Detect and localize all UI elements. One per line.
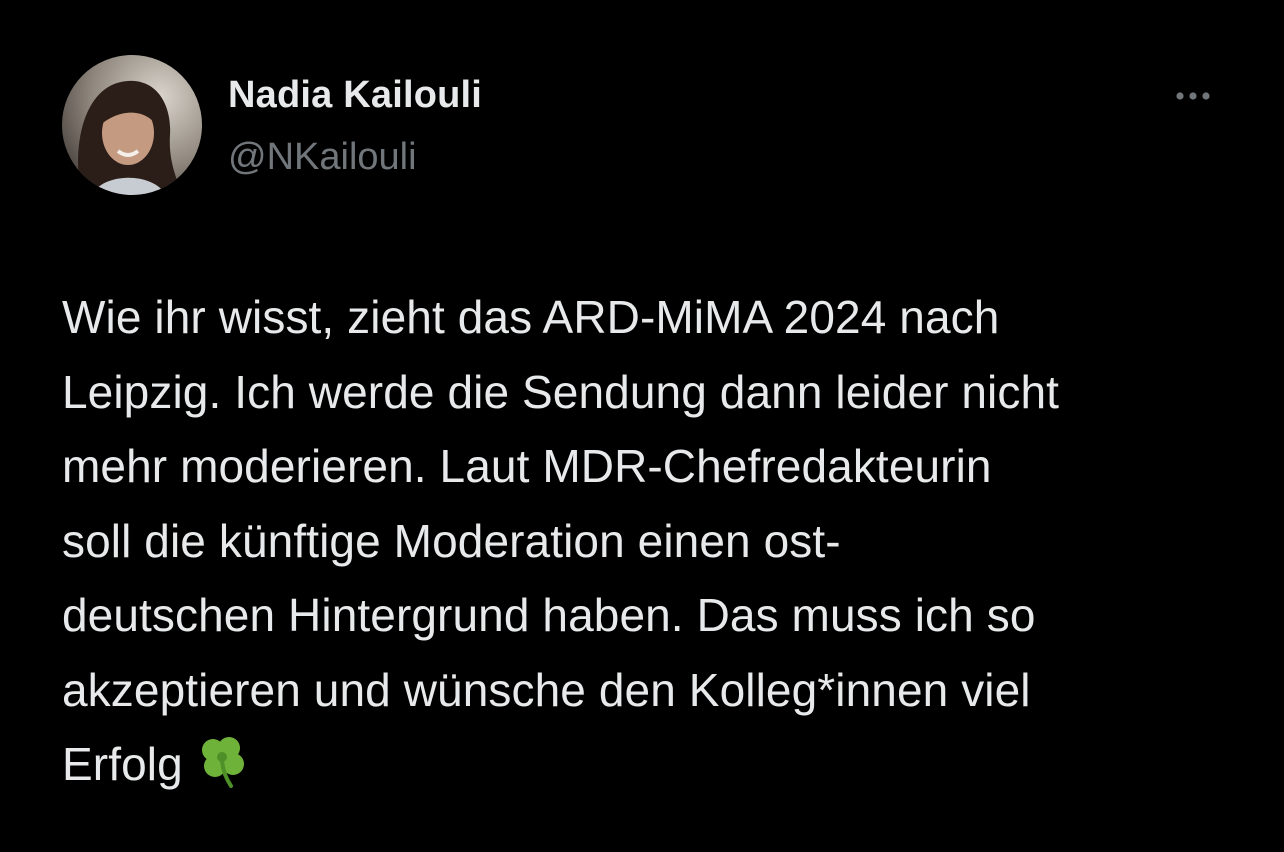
avatar[interactable] [62,55,202,195]
author-display-name[interactable]: Nadia Kailouli [228,74,482,117]
profile-photo-icon [62,55,202,195]
more-horizontal-icon [1176,92,1210,100]
tweet-card: Nadia Kailouli @NKailouli Wie ihr wisst,… [0,0,1284,852]
tweet-body: Wie ihr wisst, zieht das ARD-MiMA 2024 n… [62,291,1060,790]
four-leaf-clover-icon [193,734,253,788]
author-handle[interactable]: @NKailouli [228,136,417,179]
more-options-button[interactable] [1170,82,1224,110]
tweet-text: Wie ihr wisst, zieht das ARD-MiMA 2024 n… [62,280,1252,802]
